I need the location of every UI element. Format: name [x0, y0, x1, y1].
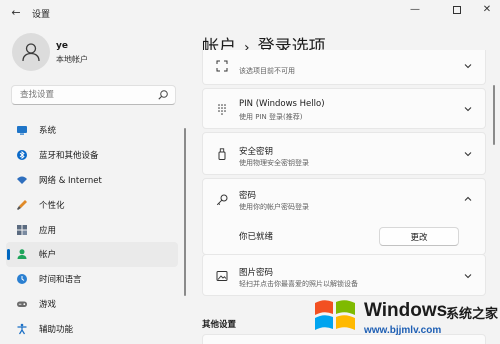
- sidebar-item-time-language[interactable]: 时间和语言: [6, 267, 178, 292]
- sidebar-item-accounts[interactable]: 帐户: [6, 241, 178, 267]
- brush-icon: [16, 199, 28, 211]
- sidebar-item-bluetooth[interactable]: 蓝牙和其他设备: [6, 143, 178, 168]
- main-scrollbar[interactable]: [493, 85, 495, 145]
- sidebar-item-label: 辅助功能: [39, 324, 74, 335]
- chevron-up-icon[interactable]: [463, 194, 473, 204]
- change-password-button[interactable]: 更改: [379, 227, 459, 246]
- option-title: PIN (Windows Hello): [239, 99, 325, 109]
- sidebar-item-label: 蓝牙和其他设备: [39, 151, 99, 162]
- chevron-down-icon[interactable]: [463, 104, 473, 114]
- chevron-down-icon[interactable]: [463, 149, 473, 159]
- option-subtitle: 使用物理安全密钥登录: [239, 159, 309, 167]
- close-button[interactable]: ✕: [470, 0, 500, 22]
- sign-in-option-pin[interactable]: PIN (Windows Hello) 使用 PIN 登录(推荐): [202, 88, 486, 129]
- usb-key-icon: [215, 147, 229, 161]
- option-title: 图片密码: [239, 268, 274, 278]
- avatar[interactable]: [12, 33, 50, 71]
- search-input[interactable]: [12, 86, 152, 104]
- password-detail-row: 你已就绪 更改: [202, 219, 486, 255]
- user-name: ye: [56, 41, 68, 51]
- accessibility-icon: [16, 323, 28, 335]
- account-type: 本地帐户: [56, 55, 88, 64]
- keypad-icon: [215, 102, 229, 116]
- sidebar-item-label: 应用: [39, 225, 57, 236]
- sidebar-item-network[interactable]: 网络 & Internet: [6, 168, 178, 193]
- maximize-icon: [453, 6, 461, 14]
- watermark-cn: 系统之家: [446, 307, 499, 322]
- title-bar: ← 设置 — ✕: [0, 0, 500, 26]
- sidebar-item-gaming[interactable]: 游戏: [6, 292, 178, 317]
- person-icon: [16, 248, 28, 260]
- minimize-icon: —: [410, 4, 420, 15]
- picture-icon: [215, 269, 229, 283]
- sidebar-item-apps[interactable]: 应用: [6, 217, 178, 242]
- option-subtitle: 轻扫并点击你最喜爱的照片以解锁设备: [239, 280, 358, 288]
- chevron-down-icon[interactable]: [463, 271, 473, 281]
- person-icon: [22, 43, 40, 62]
- password-status: 你已就绪: [239, 232, 274, 242]
- minimize-button[interactable]: —: [398, 0, 432, 22]
- option-title: 安全密钥: [239, 147, 274, 157]
- wifi-icon: [16, 174, 28, 186]
- sidebar-item-accessibility[interactable]: 辅助功能: [6, 316, 178, 341]
- sign-in-option-password[interactable]: 密码 使用你的帐户密码登录: [202, 178, 486, 220]
- sidebar-item-personalization[interactable]: 个性化: [6, 192, 178, 217]
- apps-icon: [16, 224, 28, 236]
- sign-in-option-face[interactable]: 该选项目前不可用: [202, 50, 486, 85]
- option-subtitle: 使用你的帐户密码登录: [239, 203, 309, 211]
- sidebar-item-label: 帐户: [39, 250, 57, 261]
- app-title: 设置: [32, 10, 51, 20]
- close-icon: ✕: [482, 4, 492, 15]
- sidebar-nav: 系统 蓝牙和其他设备 网络 & Internet 个性化 应用 帐户 时间和语言…: [6, 118, 178, 341]
- watermark-url: www.bjjmlv.com: [364, 325, 442, 336]
- sidebar-item-system[interactable]: 系统: [6, 118, 178, 143]
- gamepad-icon: [16, 298, 28, 310]
- option-subtitle: 该选项目前不可用: [239, 67, 295, 75]
- watermark-brand: Windows: [364, 300, 448, 321]
- search-icon[interactable]: [157, 89, 169, 101]
- arrow-left-icon: ←: [11, 6, 21, 19]
- sidebar-item-label: 系统: [39, 126, 57, 137]
- sign-in-option-security-key[interactable]: 安全密钥 使用物理安全密钥登录: [202, 132, 486, 175]
- back-button[interactable]: ←: [8, 5, 24, 21]
- key-icon: [215, 193, 229, 207]
- face-icon: [215, 59, 229, 73]
- chevron-down-icon[interactable]: [463, 61, 473, 71]
- sidebar-item-label: 网络 & Internet: [39, 175, 102, 186]
- option-subtitle: 使用 PIN 登录(推荐): [239, 113, 303, 121]
- sidebar-scrollbar[interactable]: [184, 128, 186, 296]
- sidebar-item-label: 个性化: [39, 200, 65, 211]
- globe-clock-icon: [16, 273, 28, 285]
- search-box[interactable]: [11, 85, 176, 105]
- monitor-icon: [16, 124, 28, 136]
- bluetooth-icon: [16, 149, 28, 161]
- section-title-other-settings: 其他设置: [202, 320, 237, 330]
- sidebar-item-label: 游戏: [39, 299, 57, 310]
- option-title: 密码: [239, 191, 257, 201]
- windows-logo-icon: [315, 300, 355, 330]
- maximize-button[interactable]: [440, 0, 474, 22]
- sign-in-option-picture-password[interactable]: 图片密码 轻扫并点击你最喜爱的照片以解锁设备: [202, 254, 486, 296]
- sidebar-item-label: 时间和语言: [39, 275, 82, 286]
